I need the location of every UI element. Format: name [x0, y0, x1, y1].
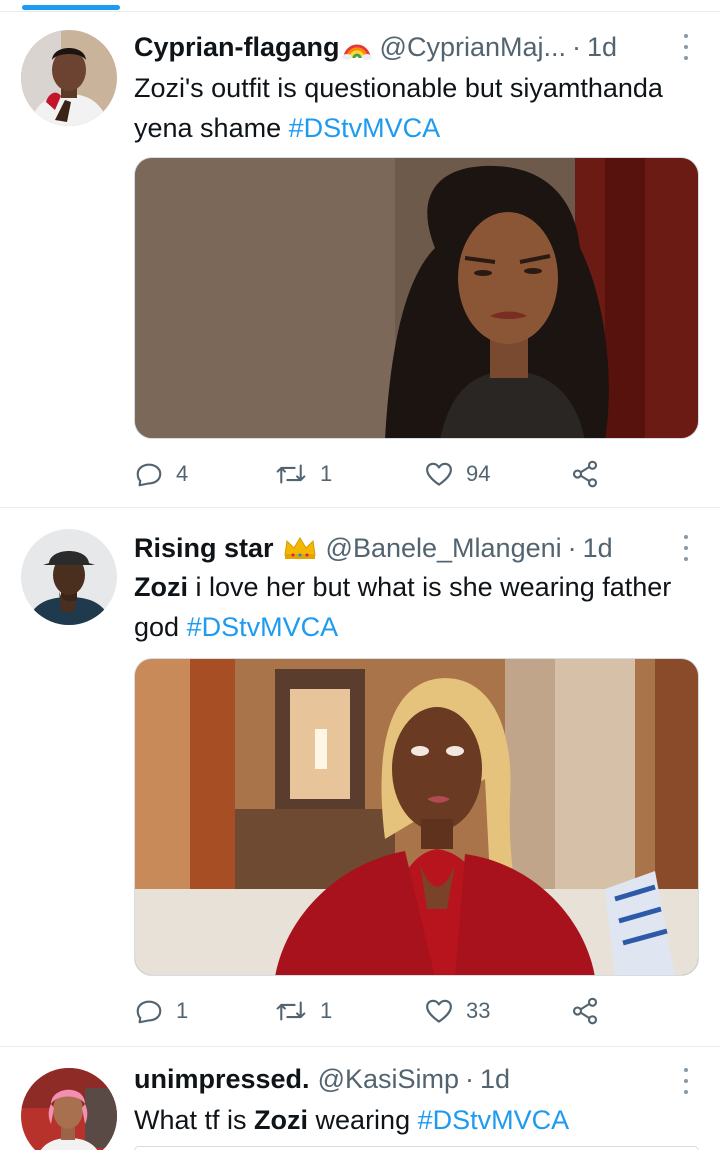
like-button[interactable]: 33	[424, 991, 490, 1031]
handle[interactable]: @CyprianMaj...	[380, 32, 566, 62]
reply-button[interactable]: 1	[134, 991, 188, 1031]
tweet-text-segment: wearing	[308, 1105, 418, 1135]
like-button[interactable]: 94	[424, 454, 490, 494]
retweet-button[interactable]: 1	[274, 991, 332, 1031]
tweet-media-image[interactable]	[134, 1146, 699, 1150]
retweet-count: 1	[320, 461, 333, 486]
reply-icon	[134, 996, 164, 1026]
reply-button[interactable]: 4	[134, 454, 188, 494]
reply-icon	[134, 459, 164, 489]
tweet-text: Zozi's outfit is questionable but siyamt…	[134, 68, 690, 148]
tweet-text-highlight: Zozi	[254, 1105, 309, 1135]
heart-icon	[424, 459, 454, 489]
tweet-media-image[interactable]	[134, 157, 699, 439]
share-icon	[570, 459, 600, 489]
avatar[interactable]	[21, 30, 117, 126]
separator-dot: ·	[572, 32, 581, 62]
like-count: 33	[466, 998, 491, 1023]
tweet-actions: 4 1 94	[134, 454, 654, 494]
tweet-header: unimpressed. @KasiSimp · 1d	[134, 1062, 672, 1096]
timestamp[interactable]: 1d	[583, 533, 613, 563]
display-name[interactable]: unimpressed.	[134, 1064, 310, 1094]
avatar[interactable]	[21, 1068, 117, 1150]
top-strip	[0, 0, 720, 12]
more-options-icon[interactable]	[680, 533, 692, 563]
retweet-icon	[274, 996, 308, 1026]
crown-icon	[282, 535, 318, 565]
share-button[interactable]	[570, 991, 600, 1031]
retweet-button[interactable]: 1	[274, 454, 332, 494]
handle[interactable]: @KasiSimp	[318, 1064, 459, 1094]
handle[interactable]: @Banele_Mlangeni	[326, 533, 562, 563]
heart-icon	[424, 996, 454, 1026]
photo-woman-eye-roll-icon	[135, 659, 698, 975]
rainbow-icon	[341, 34, 372, 64]
like-count: 94	[466, 461, 491, 486]
tweet-actions: 1 1 33	[134, 991, 654, 1031]
more-options-icon[interactable]	[680, 32, 692, 62]
reply-count: 4	[176, 461, 189, 486]
retweet-icon	[274, 459, 308, 489]
tweet-text: What tf is Zozi wearing #DStvMVCA	[134, 1100, 690, 1140]
tweet[interactable]: unimpressed. @KasiSimp · 1d What tf is Zozi…	[0, 1048, 720, 1150]
tweet-header: Cyprian-flagang @CyprianMaj... · 1d	[134, 30, 672, 64]
share-button[interactable]	[570, 454, 600, 494]
avatar[interactable]	[21, 529, 117, 625]
tweet[interactable]: Rising star @Banele_Mlangeni · 1d Zozi i l…	[0, 509, 720, 1047]
hashtag-link[interactable]: #DStvMVCA	[289, 113, 441, 143]
hashtag-link[interactable]: #DStvMVCA	[187, 612, 339, 642]
share-icon	[570, 996, 600, 1026]
display-name[interactable]: Cyprian-flagang	[134, 32, 340, 62]
tweet-text-highlight: Zozi	[134, 572, 188, 602]
more-options-icon[interactable]	[680, 1066, 692, 1096]
hashtag-link[interactable]: #DStvMVCA	[418, 1105, 570, 1135]
timestamp[interactable]: 1d	[587, 32, 617, 62]
separator-dot: ·	[465, 1064, 475, 1094]
separator-dot: ·	[567, 533, 577, 563]
tweet-header: Rising star @Banele_Mlangeni · 1d	[134, 531, 672, 565]
timestamp[interactable]: 1d	[480, 1064, 510, 1094]
tweet-media-image[interactable]	[134, 658, 699, 976]
tweet-text-segment: What tf is	[134, 1105, 255, 1135]
tweet-text: Zozi i love her but what is she wearing …	[134, 567, 690, 647]
reply-count: 1	[176, 998, 189, 1023]
retweet-count: 1	[320, 998, 333, 1023]
photo-woman-grimacing-icon	[135, 158, 698, 438]
tab-indicator	[22, 5, 120, 10]
tweet[interactable]: Cyprian-flagang @CyprianMaj... · 1d Zozi's…	[0, 12, 720, 508]
display-name[interactable]: Rising star	[134, 533, 274, 563]
